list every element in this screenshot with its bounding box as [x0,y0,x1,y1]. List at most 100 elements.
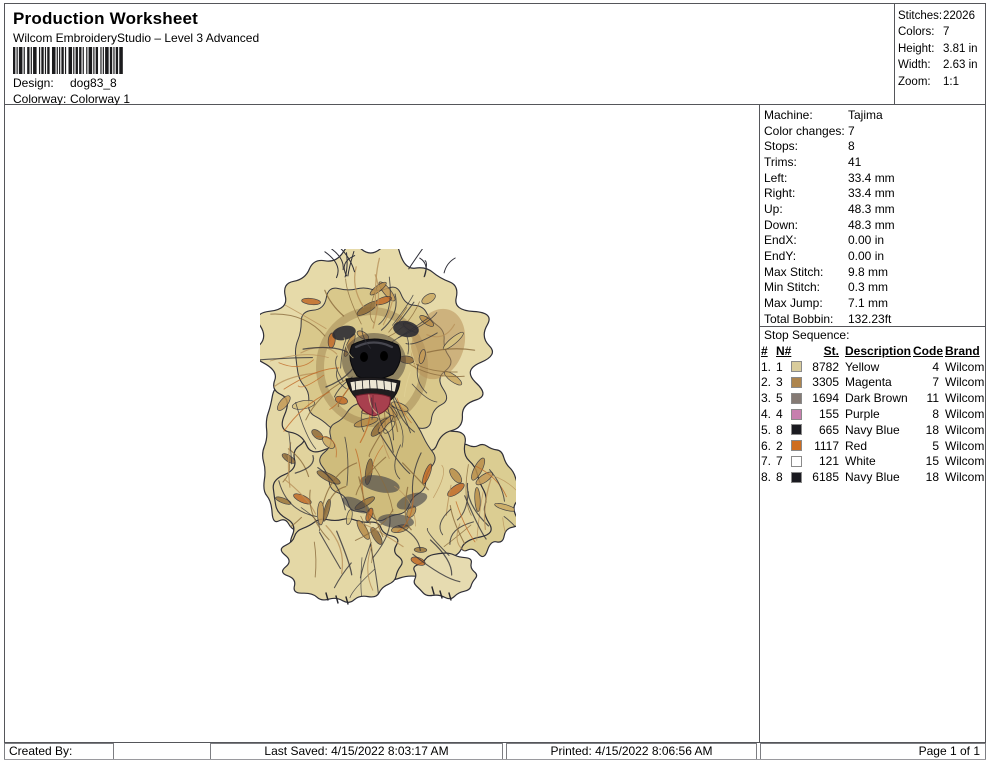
colorway-value: Colorway 1 [70,92,130,106]
machine-info-row: EndY:0.00 in [764,248,984,264]
stat-row: Zoom:1:1 [898,76,985,92]
stat-label: Width: [898,59,943,75]
cell-num: 5. [761,423,776,437]
machine-info-row: Right:33.4 mm [764,185,984,201]
cell-code: 7 [913,375,939,389]
thread-color-swatch [791,393,802,404]
stat-row: Height:3.81 in [898,43,985,59]
col-description: Description [845,344,911,358]
machine-info-value: 132.23ft [848,312,891,326]
stat-row: Width:2.63 in [898,59,985,75]
cell-code: 18 [913,470,939,484]
cell-num: 7. [761,454,776,468]
stop-sequence-row: 3.5 1694Dark Brown11Wilcom [761,390,985,406]
machine-info-value: 33.4 mm [848,171,895,185]
cell-num: 3. [761,391,776,405]
cell-num: 4. [761,407,776,421]
stop-sequence-row: 6.21117Red5Wilcom [761,438,985,454]
stop-sequence-divider [760,326,985,327]
stat-value: 3.81 in [943,43,978,59]
machine-info-label: Max Jump: [764,296,848,310]
machine-info-row: Trims:41 [764,154,984,170]
machine-info-row: Machine:Tajima [764,107,984,123]
page-title: Production Worksheet [13,9,198,29]
cell-st: 665 [807,423,839,437]
cell-swatch [791,456,807,467]
stop-sequence-table: # N# St. Description Code Brand 1.18782Y… [761,343,985,485]
machine-info-value: 9.8 mm [848,265,888,279]
cell-n: 7 [776,454,791,468]
cell-swatch [791,393,807,404]
cell-description: White [839,454,913,468]
header: Production Worksheet Wilcom EmbroiderySt… [4,3,986,105]
cell-swatch [791,409,807,420]
stop-sequence-title: Stop Sequence: [764,328,849,342]
cell-swatch [791,361,807,372]
cell-swatch [791,472,807,483]
machine-info-label: Color changes: [764,124,848,138]
cell-st: 1694 [807,391,839,405]
machine-info-row: Up:48.3 mm [764,201,984,217]
cell-n: 2 [776,439,791,453]
footer-created-by: Created By: [4,743,114,760]
footer-printed: Printed: 4/15/2022 8:06:56 AM [506,743,757,760]
dog-embroidery-design [260,249,516,607]
machine-info-label: Machine: [764,108,848,122]
cell-brand: Wilcom [939,439,986,453]
cell-num: 8. [761,470,776,484]
design-label: Design: [13,76,70,90]
cell-st: 121 [807,454,839,468]
stop-sequence-row: 8.86185Navy Blue18Wilcom [761,469,985,485]
thread-color-swatch [791,440,802,451]
machine-info-row: Max Jump:7.1 mm [764,295,984,311]
machine-info-label: Trims: [764,155,848,169]
cell-code: 5 [913,439,939,453]
cell-st: 6185 [807,470,839,484]
cell-description: Yellow [839,360,913,374]
stat-value: 2.63 in [943,59,978,75]
machine-info-label: Total Bobbin: [764,312,848,326]
machine-info-label: Right: [764,186,848,200]
thread-color-swatch [791,377,802,388]
thread-color-swatch [791,456,802,467]
stat-label: Height: [898,43,943,59]
cell-n: 1 [776,360,791,374]
cell-code: 8 [913,407,939,421]
stat-label: Colors: [898,26,943,42]
stat-row: Colors:7 [898,26,985,42]
stat-value: 1:1 [943,76,959,92]
cell-code: 11 [913,391,939,405]
machine-info: Machine:TajimaColor changes:7Stops:8Trim… [764,107,984,327]
cell-description: Purple [839,407,913,421]
cell-brand: Wilcom [939,470,986,484]
cell-description: Navy Blue [839,470,913,484]
cell-brand: Wilcom [939,391,986,405]
cell-description: Navy Blue [839,423,913,437]
design-value: dog83_8 [70,76,117,90]
cell-description: Dark Brown [839,391,913,405]
machine-info-label: Down: [764,218,848,232]
page-bottom-border [4,759,986,760]
cell-st: 8782 [807,360,839,374]
machine-info-label: EndX: [764,233,848,247]
stat-label: Zoom: [898,76,943,92]
cell-n: 8 [776,423,791,437]
barcode [13,47,124,74]
cell-num: 1. [761,360,776,374]
cell-n: 5 [776,391,791,405]
thread-color-swatch [791,409,802,420]
cell-brand: Wilcom [939,423,986,437]
cell-brand: Wilcom [939,454,986,468]
machine-info-row: Stops:8 [764,138,984,154]
cell-brand: Wilcom [939,375,986,389]
stop-sequence-header-row: # N# St. Description Code Brand [761,343,985,359]
machine-info-value: 8 [848,139,855,153]
cell-n: 4 [776,407,791,421]
cell-swatch [791,424,807,435]
footer-page-number: Page 1 of 1 [760,743,986,760]
machine-info-row: Max Stitch:9.8 mm [764,264,984,280]
cell-brand: Wilcom [939,360,986,374]
app-subtitle: Wilcom EmbroideryStudio – Level 3 Advanc… [13,31,259,45]
cell-swatch [791,440,807,451]
cell-num: 2. [761,375,776,389]
